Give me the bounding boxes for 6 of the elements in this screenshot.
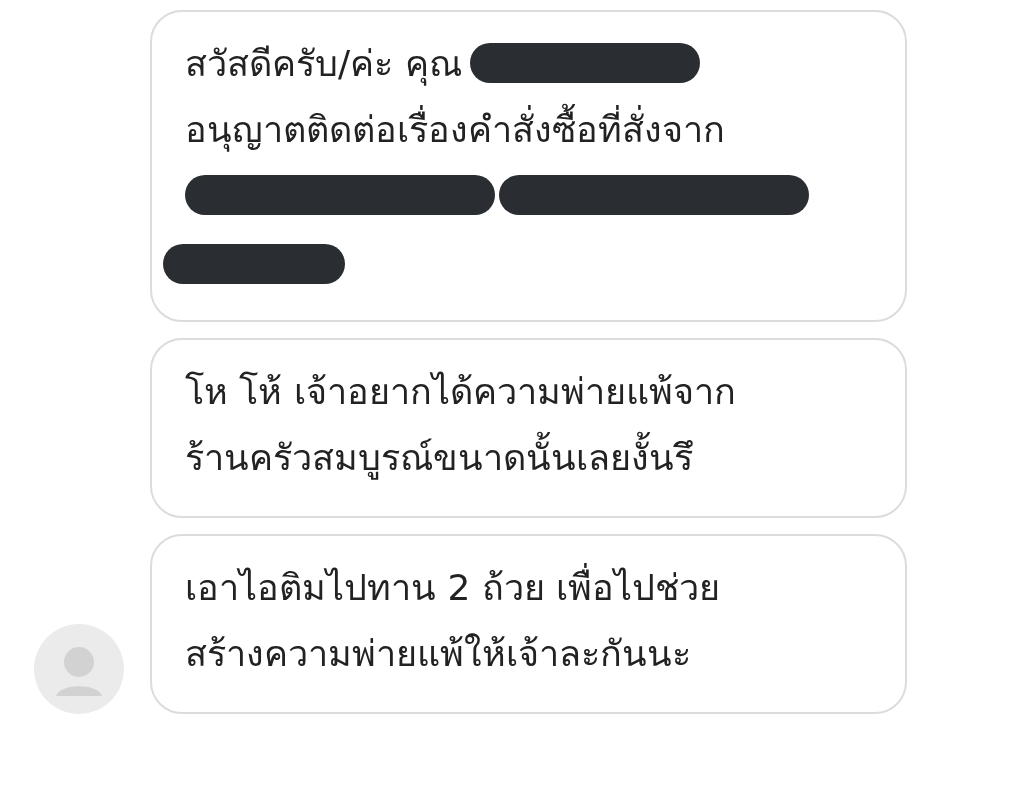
message-text: สวัสดีครับ/ค่ะ คุณ [185, 41, 462, 88]
message-text: อนุญาตติดต่อเรื่องคำสั่งซื้อที่สั่งจาก [185, 100, 725, 158]
message-text: สร้างความพ่ายแพ้ให้เจ้าละกันนะ [185, 631, 691, 676]
message-text: โห โห้ เจ้าอยากได้ความพ่ายแพ้จาก [185, 369, 736, 414]
message-text: เอาไอติมไปทาน 2 ถ้วย เพื่อไปช่วย [185, 558, 721, 616]
message-text: ร้านครัวสมบูรณ์ขนาดนั้นเลยงั้นรึ [185, 428, 693, 486]
